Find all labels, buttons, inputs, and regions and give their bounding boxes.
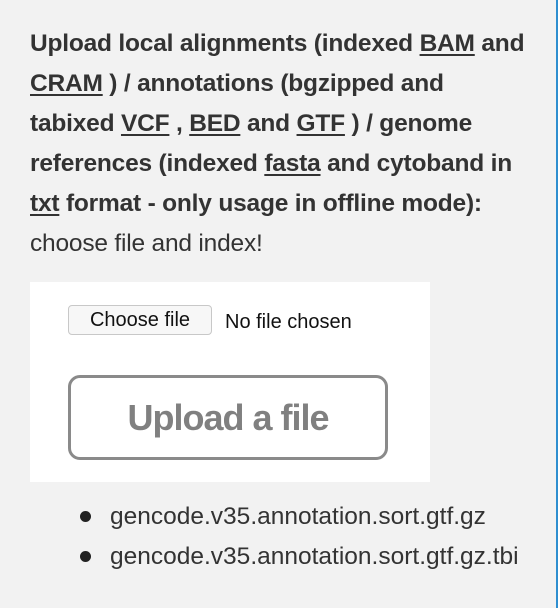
upload-file-button[interactable]: Upload a file: [68, 375, 388, 460]
list-item: gencode.v35.annotation.sort.gtf.gz: [80, 497, 519, 537]
instructions-text: and cytoband in: [320, 150, 512, 177]
txt-link[interactable]: txt: [30, 190, 60, 217]
cram-link[interactable]: CRAM: [30, 70, 103, 97]
file-name: gencode.v35.annotation.sort.gtf.gz.tbi: [110, 543, 519, 570]
bullet-icon: [80, 551, 91, 562]
instructions-text: and: [240, 110, 297, 137]
choose-file-button[interactable]: Choose file: [68, 305, 212, 335]
file-status: No file chosen: [225, 311, 352, 333]
upload-panel: Choose file No file chosen Upload a file: [30, 282, 430, 482]
bed-link[interactable]: BED: [189, 110, 240, 137]
fasta-link[interactable]: fasta: [264, 150, 320, 177]
uploaded-files-list: gencode.v35.annotation.sort.gtf.gz genco…: [80, 497, 519, 577]
bam-link[interactable]: BAM: [420, 30, 475, 57]
instructions-text: and: [474, 30, 525, 57]
bullet-icon: [80, 511, 91, 522]
list-item: gencode.v35.annotation.sort.gtf.gz.tbi: [80, 537, 519, 577]
instructions-text: Upload local alignments (indexed: [30, 30, 420, 57]
upload-instructions: Upload local alignments (indexed BAM and…: [30, 24, 530, 264]
gtf-link[interactable]: GTF: [297, 110, 346, 137]
vcf-link[interactable]: VCF: [121, 110, 170, 137]
instructions-text: format - only usage in offline mode):: [59, 190, 482, 217]
instructions-text: ,: [169, 110, 190, 137]
file-name: gencode.v35.annotation.sort.gtf.gz: [110, 503, 486, 530]
instructions-tail: choose file and index!: [30, 230, 263, 257]
